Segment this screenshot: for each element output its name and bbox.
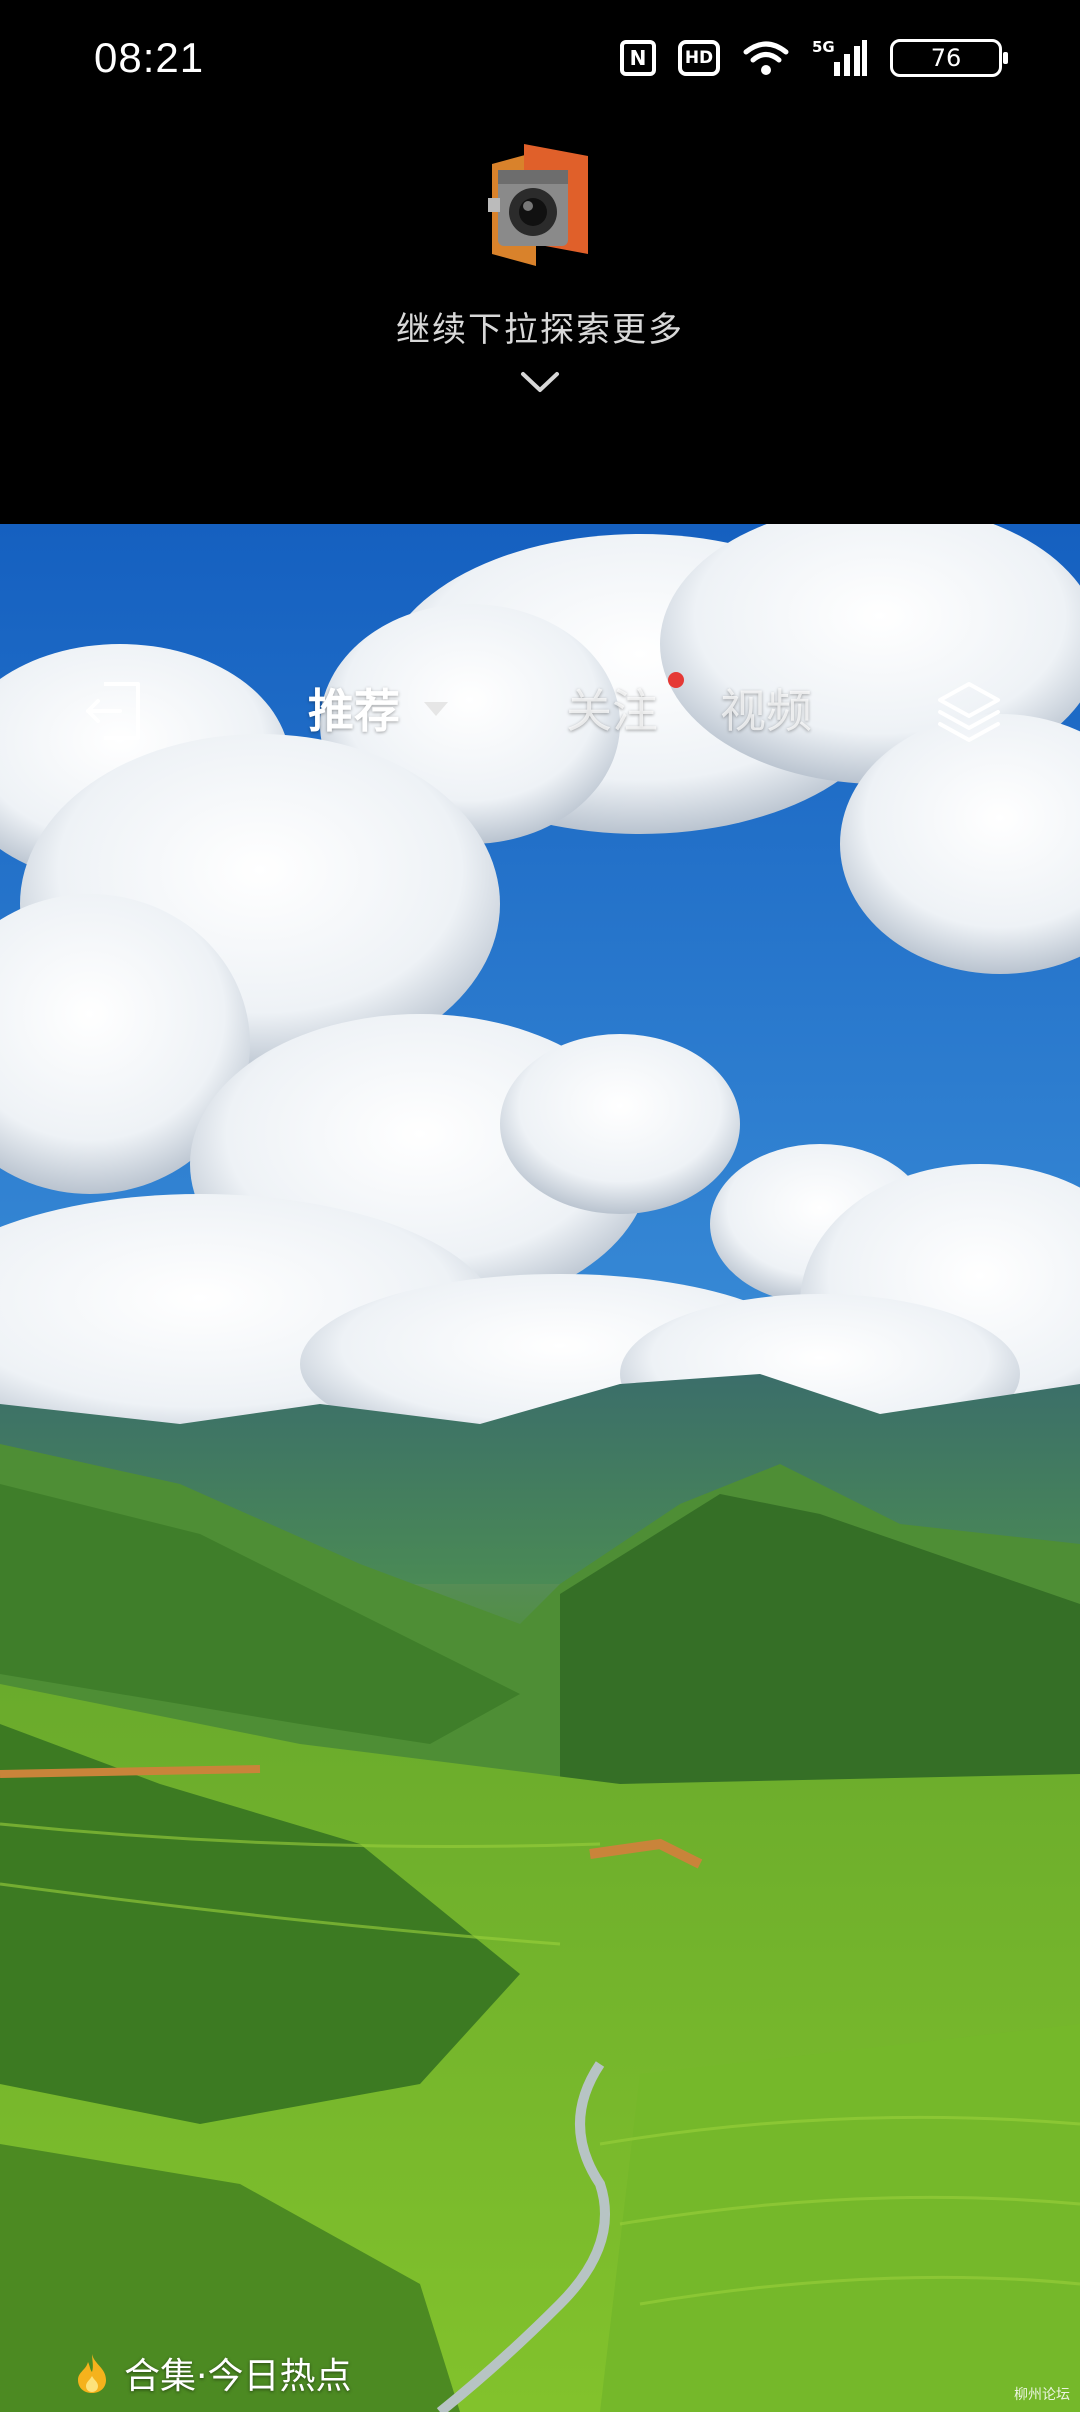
battery-icon: 76: [890, 39, 1008, 77]
watermark: 柳州论坛: [1014, 2387, 1070, 2403]
exit-icon[interactable]: [82, 678, 146, 744]
signal-network-label: 5G: [812, 38, 835, 56]
camera-logo-icon: [484, 144, 596, 274]
chevron-down-icon: [519, 368, 561, 396]
pull-hint-text: 继续下拉探索更多: [396, 310, 684, 350]
signal-5g-icon: 5G: [812, 38, 868, 78]
status-bar: 08:21 N HD 5G 76: [0, 0, 1080, 120]
pull-down-area[interactable]: 继续下拉探索更多: [0, 120, 1080, 524]
collection-label: 合集·今日热点: [124, 2356, 352, 2397]
flame-icon: [74, 2352, 110, 2394]
top-nav: 推荐 关注 视频: [0, 660, 1080, 760]
hd-icon: HD: [678, 40, 720, 76]
hero-landscape-image[interactable]: [0, 524, 1080, 2412]
follow-notification-dot: [668, 672, 684, 688]
status-icons: N HD 5G 76: [620, 38, 1008, 78]
tab-follow[interactable]: 关注: [566, 678, 658, 744]
status-time: 08:21: [94, 34, 205, 81]
layers-icon[interactable]: [934, 678, 1004, 744]
tab-video[interactable]: 视频: [720, 678, 812, 744]
recommend-dropdown-icon[interactable]: [424, 702, 448, 716]
tab-recommend[interactable]: 推荐: [308, 678, 400, 744]
collection-tag[interactable]: 合集·今日热点: [74, 2348, 351, 2398]
nfc-icon: N: [620, 40, 656, 76]
wifi-icon: [742, 38, 790, 78]
